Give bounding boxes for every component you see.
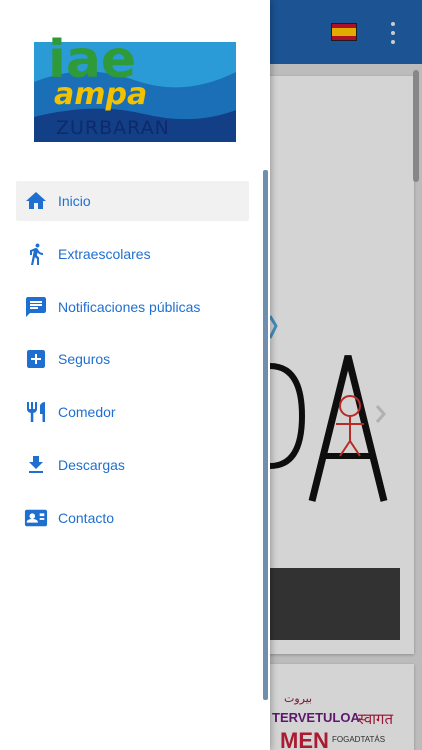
menu-item-label: Contacto [58,509,115,526]
menu-item-label: Extraescolares [58,245,151,262]
menu-item-extraescolares[interactable]: Extraescolares [16,234,249,274]
logo-text-ampa: ampa [54,77,147,112]
message-icon [24,295,48,319]
menu-item-label: Notificaciones públicas [58,298,201,315]
menu-item-contacto[interactable]: Contacto [16,498,249,538]
drawer-scrollbar[interactable] [263,170,268,700]
home-icon [24,189,48,213]
medical-cross-icon [24,347,48,371]
contact-card-icon [24,506,48,530]
menu-item-comedor[interactable]: Comedor [16,392,249,432]
restaurant-icon [24,400,48,424]
menu-item-label: Inicio [58,193,91,209]
menu-item-descargas[interactable]: Descargas [16,445,249,485]
ampa-zurbaran-logo: iae ampa ZURBARAN [34,30,236,142]
menu-item-inicio[interactable]: Inicio [16,181,249,221]
navigation-drawer: iae ampa ZURBARAN Inicio Extraescolares … [0,0,270,750]
menu-item-label: Seguros [58,351,111,368]
logo-text-zurbaran: ZURBARAN [56,117,170,139]
download-icon [24,453,48,477]
drawer-menu: Inicio Extraescolares Notificaciones púb… [16,181,249,551]
running-person-icon [24,242,48,266]
menu-item-label: Comedor [58,404,116,421]
menu-item-seguros[interactable]: Seguros [16,339,249,379]
menu-item-notificaciones[interactable]: Notificaciones públicas [16,287,249,327]
menu-item-label: Descargas [58,456,125,473]
